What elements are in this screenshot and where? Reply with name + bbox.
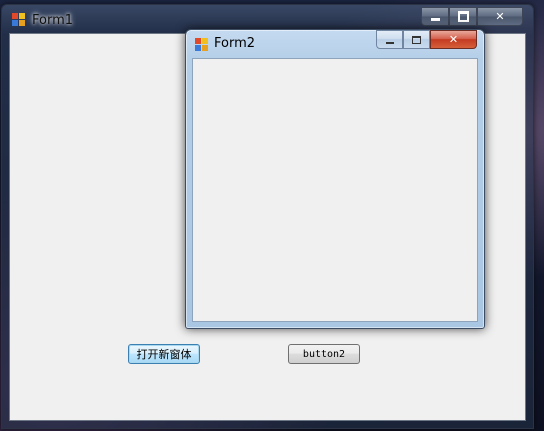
- app-window-icon: [12, 13, 26, 27]
- form2-title: Form2: [214, 36, 256, 51]
- form1-maximize-button[interactable]: [449, 7, 477, 26]
- button2[interactable]: button2: [288, 344, 360, 364]
- minimize-icon: [430, 18, 440, 21]
- form2-close-button[interactable]: ✕: [430, 30, 477, 49]
- minimize-icon: [385, 41, 394, 44]
- app-window-icon: [195, 38, 209, 52]
- close-icon: ✕: [495, 10, 505, 23]
- form2-minimize-button[interactable]: [376, 30, 403, 49]
- form1-close-button[interactable]: ✕: [477, 7, 523, 26]
- maximize-icon: [412, 35, 421, 44]
- form1-minimize-button[interactable]: [421, 7, 449, 26]
- close-icon: ✕: [448, 33, 459, 46]
- open-new-window-button[interactable]: 打开新窗体: [128, 344, 200, 364]
- form1-caption-buttons: ✕: [421, 7, 523, 26]
- form2-client-area: [192, 58, 478, 322]
- form2-maximize-button[interactable]: [403, 30, 430, 49]
- maximize-icon: [457, 11, 469, 22]
- form2-caption-buttons: ✕: [376, 30, 477, 49]
- form2-window[interactable]: Form2 ✕: [185, 29, 485, 329]
- form1-title: Form1: [32, 13, 74, 28]
